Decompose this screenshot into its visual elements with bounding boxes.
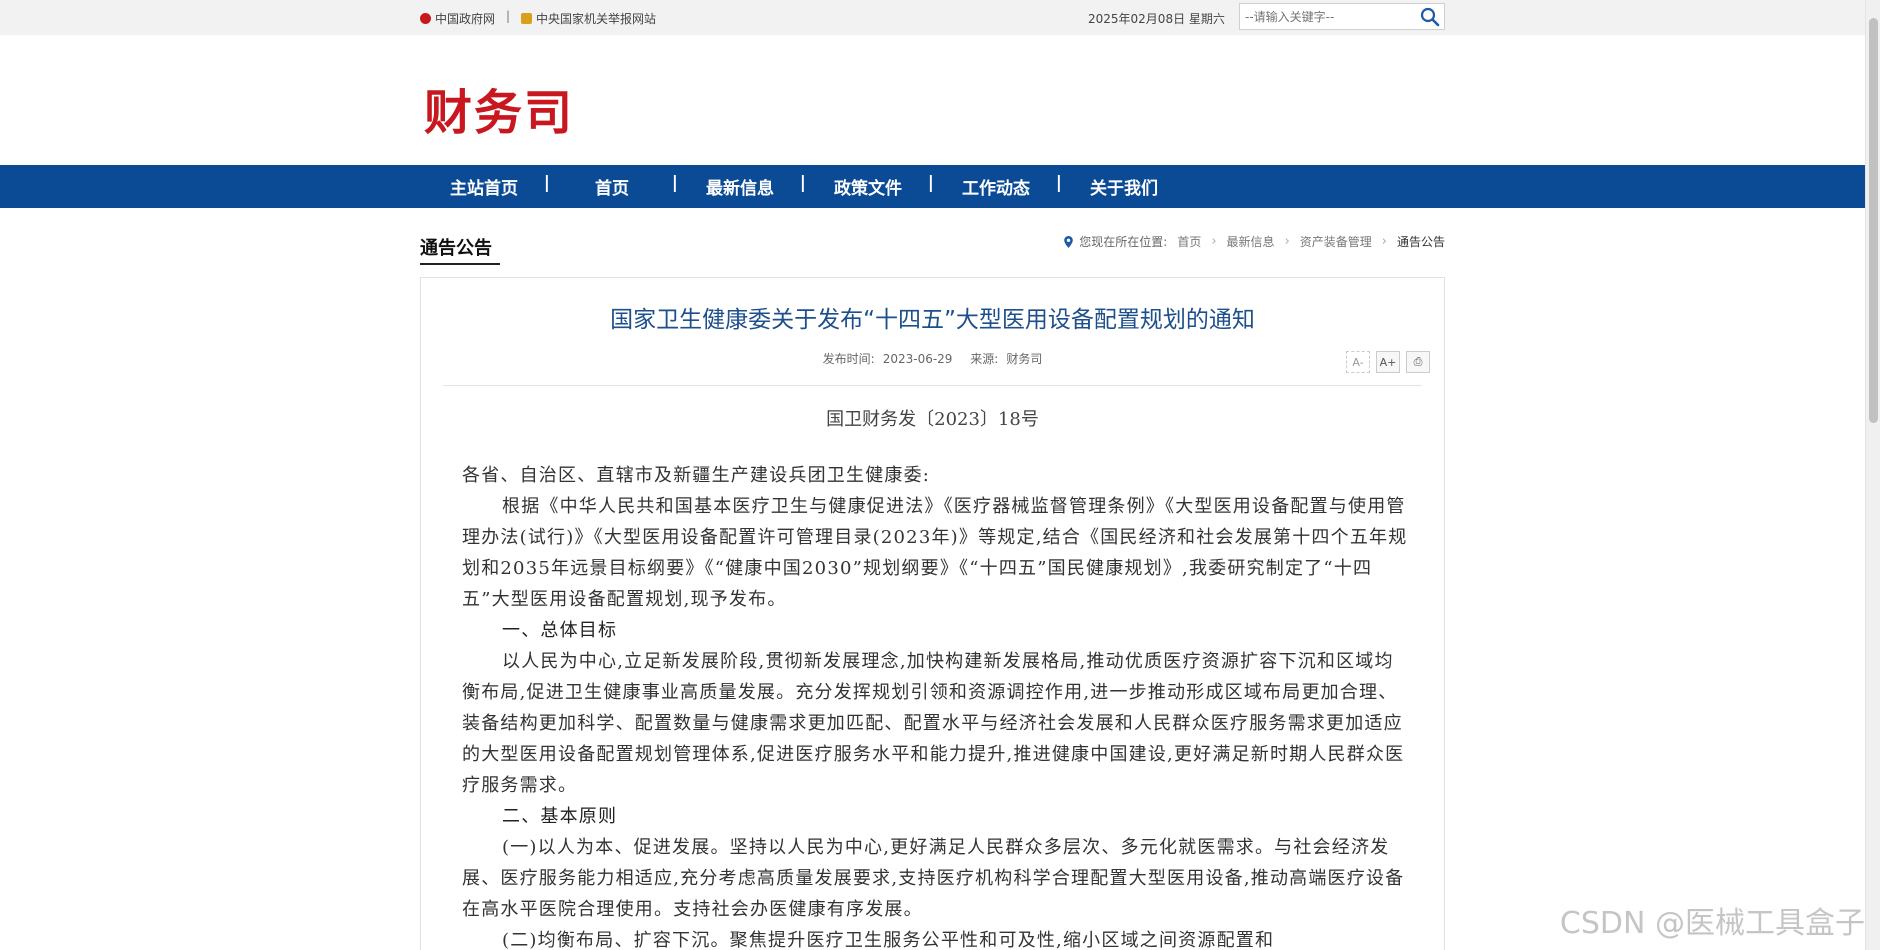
article-heading: 一、总体目标 (502, 620, 618, 641)
article-title: 国家卫生健康委关于发布“十四五”大型医用设备配置规划的通知 (610, 307, 1255, 333)
print-button[interactable]: ⎙ (1406, 351, 1430, 373)
article-paragraph: 根据《中华人民共和国基本医疗卫生与健康促进法》《医疗器械监督管理条例》《大型医用… (462, 496, 1408, 610)
source-label: 来源: (970, 352, 999, 366)
gov-site-link-label: 中国政府网 (435, 12, 496, 26)
top-utility-inner: 中国政府网 | 中央国家机关举报网站 2025年02月08日 星期六 (420, 0, 1445, 35)
article-paragraph: (二)均衡布局、扩容下沉。聚焦提升医疗卫生服务公平性和可及性,缩小区域之间资源配… (502, 930, 1275, 950)
nav-item-latest-info[interactable]: 最新信息 (676, 173, 806, 199)
article-heading: 二、基本原则 (502, 806, 618, 827)
breadcrumb-asset-management[interactable]: 资产装备管理 (1300, 233, 1372, 250)
page-scrollbar[interactable] (1865, 0, 1880, 950)
top-utility-bar: 中国政府网 | 中央国家机关举报网站 2025年02月08日 星期六 (0, 0, 1865, 35)
search-box (1239, 3, 1445, 30)
breadcrumb-latest-info[interactable]: 最新信息 (1227, 233, 1275, 250)
scrollbar-thumb[interactable] (1869, 18, 1878, 423)
section-title: 通告公告 (420, 234, 500, 265)
report-site-link-label: 中央国家机关举报网站 (536, 12, 657, 26)
breadcrumb-prefix: 您现在所在位置: (1079, 235, 1168, 249)
breadcrumb-current: 通告公告 (1396, 235, 1445, 249)
location-pin-icon (1064, 235, 1074, 248)
article-tools: A- A+ ⎙ (1346, 351, 1430, 373)
national-emblem-icon (420, 13, 431, 24)
watermark: CSDN @医械工具盒子 (1559, 906, 1865, 941)
source-value: 财务司 (1006, 352, 1043, 366)
breadcrumb: 您现在所在位置: 首页 › 最新信息 › 资产装备管理 › 通告公告 (1064, 233, 1445, 250)
nav-item-home[interactable]: 首页 (548, 173, 678, 199)
breadcrumb-home[interactable]: 首页 (1177, 233, 1201, 250)
article-divider (443, 385, 1422, 386)
article-panel: 国家卫生健康委关于发布“十四五”大型医用设备配置规划的通知 发布时间: 2023-… (420, 277, 1445, 950)
font-larger-button[interactable]: A+ (1376, 351, 1400, 373)
report-icon (521, 13, 532, 24)
article-body: 各省、自治区、直辖市及新疆生产建设兵团卫生健康委: 根据《中华人民共和国基本医疗… (462, 460, 1412, 950)
publish-label: 发布时间: (822, 352, 875, 366)
article-paragraph-salutation: 各省、自治区、直辖市及新疆生产建设兵团卫生健康委: (462, 465, 931, 486)
site-logo[interactable]: 财务司 (424, 73, 574, 143)
article-paragraph: (一)以人为本、促进发展。坚持以人民为中心,更好满足人民群众多层次、多元化就医需… (462, 837, 1405, 920)
article-meta: 发布时间: 2023-06-29 来源: 财务司 (421, 350, 1444, 367)
main-nav-inner: 主站首页 首页 最新信息 政策文件 工作动态 关于我们 (420, 165, 1188, 208)
article-paragraph: 以人民为中心,立足新发展阶段,贯彻新发展理念,加快构建新发展格局,推动优质医疗资… (462, 651, 1405, 796)
search-icon (1420, 7, 1440, 26)
nav-item-main-home[interactable]: 主站首页 (420, 173, 550, 199)
nav-item-about-us[interactable]: 关于我们 (1060, 174, 1188, 199)
chevron-right-icon: › (1381, 234, 1387, 249)
print-icon: ⎙ (1413, 355, 1423, 368)
font-smaller-button[interactable]: A- (1346, 351, 1370, 373)
chevron-right-icon: › (1284, 234, 1290, 249)
site-header: 财务司 (0, 35, 1865, 165)
gov-site-link[interactable]: 中国政府网 (420, 10, 495, 27)
publish-date: 2023-06-29 (882, 352, 953, 366)
document-number: 国卫财务发〔2023〕18号 (826, 409, 1039, 430)
top-separator: | (506, 9, 511, 23)
nav-item-policy-docs[interactable]: 政策文件 (804, 173, 934, 199)
search-input[interactable] (1240, 4, 1415, 29)
search-button[interactable] (1416, 4, 1444, 29)
main-nav: 主站首页 首页 最新信息 政策文件 工作动态 关于我们 (0, 165, 1865, 208)
report-site-link[interactable]: 中央国家机关举报网站 (521, 10, 656, 27)
chevron-right-icon: › (1211, 234, 1217, 249)
nav-item-work-news[interactable]: 工作动态 (932, 173, 1062, 199)
current-date: 2025年02月08日 星期六 (1088, 12, 1225, 26)
